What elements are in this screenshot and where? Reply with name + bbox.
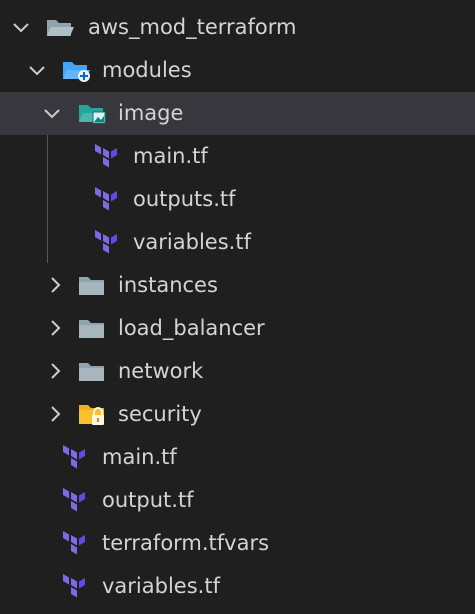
tree-item-instances[interactable]: instances <box>0 264 475 307</box>
tree-item-label: instances <box>118 273 218 297</box>
tree-item-label: modules <box>102 58 192 82</box>
tree-item-label: image <box>118 101 184 125</box>
tree-item-label: main.tf <box>102 445 177 469</box>
terraform-icon <box>61 479 91 522</box>
terraform-icon <box>61 565 91 608</box>
tree-item-label: load_balancer <box>118 316 265 340</box>
terraform-icon <box>61 522 91 565</box>
tree-item-label: variables.tf <box>133 230 251 254</box>
tree-item-label: output.tf <box>102 488 194 512</box>
tree-item-label: network <box>118 359 204 383</box>
tree-item-label: terraform.tfvars <box>102 531 270 555</box>
lock-folder-icon <box>77 393 107 436</box>
tree-item-file[interactable]: output.tf <box>0 479 475 522</box>
modules-folder-icon <box>61 49 91 92</box>
chevron-right-icon[interactable] <box>45 393 65 436</box>
tree-item-label: security <box>118 402 202 426</box>
tree-item-load-balancer[interactable]: load_balancer <box>0 307 475 350</box>
terraform-icon <box>93 178 123 221</box>
chevron-down-icon[interactable] <box>27 49 47 92</box>
file-explorer-tree: aws_mod_terraform modules image main.tf … <box>0 0 475 614</box>
chevron-down-icon[interactable] <box>42 92 62 135</box>
chevron-right-icon[interactable] <box>45 307 65 350</box>
tree-item-file[interactable]: terraform.tfvars <box>0 522 475 565</box>
terraform-icon <box>61 436 91 479</box>
tree-item-security[interactable]: security <box>0 393 475 436</box>
tree-item-label: aws_mod_terraform <box>88 15 297 39</box>
tree-item-file[interactable]: variables.tf <box>0 221 475 264</box>
tree-item-aws-mod-terraform[interactable]: aws_mod_terraform <box>0 6 475 49</box>
chevron-down-icon[interactable] <box>11 6 31 49</box>
terraform-icon <box>93 135 123 178</box>
folder-icon <box>77 264 107 307</box>
tree-item-file[interactable]: main.tf <box>0 436 475 479</box>
tree-item-file[interactable]: outputs.tf <box>0 178 475 221</box>
image-folder-icon <box>77 92 107 135</box>
tree-item-network[interactable]: network <box>0 350 475 393</box>
tree-item-file[interactable]: main.tf <box>0 135 475 178</box>
folder-open-icon <box>45 6 75 49</box>
tree-item-label: variables.tf <box>102 574 220 598</box>
folder-icon <box>77 307 107 350</box>
tree-item-file[interactable]: variables.tf <box>0 565 475 608</box>
terraform-icon <box>93 221 123 264</box>
tree-item-label: main.tf <box>133 144 208 168</box>
folder-icon <box>77 350 107 393</box>
tree-item-label: outputs.tf <box>133 187 236 211</box>
chevron-right-icon[interactable] <box>45 264 65 307</box>
tree-item-image[interactable]: image <box>0 92 475 135</box>
tree-item-modules[interactable]: modules <box>0 49 475 92</box>
chevron-right-icon[interactable] <box>45 350 65 393</box>
